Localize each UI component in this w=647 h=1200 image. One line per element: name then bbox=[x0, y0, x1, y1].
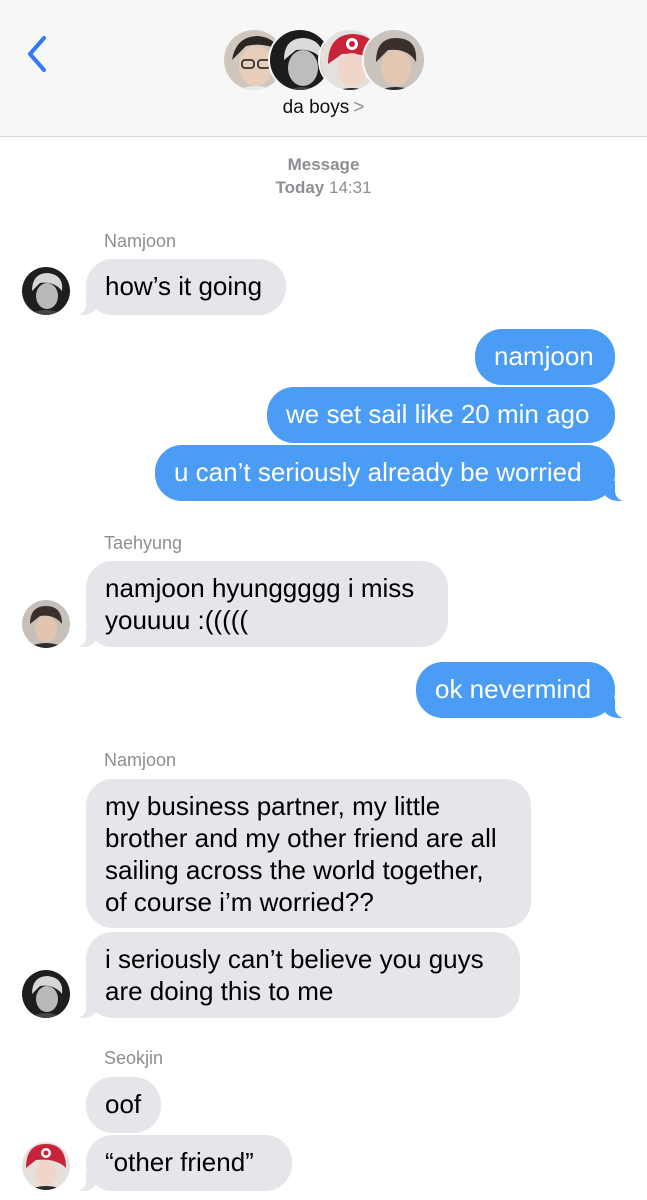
outgoing-message[interactable]: ok nevermind bbox=[416, 662, 625, 718]
message-text: namjoon bbox=[494, 341, 594, 371]
avatar bbox=[22, 970, 70, 1018]
incoming-message[interactable]: my business partner, my little brother a… bbox=[86, 779, 531, 928]
group-title[interactable]: da boys > bbox=[0, 97, 647, 119]
message-text: ok nevermind bbox=[435, 674, 592, 704]
outgoing-message[interactable]: u can’t seriously already be worried bbox=[155, 445, 625, 501]
chevron-left-icon[interactable] bbox=[24, 34, 52, 74]
incoming-message[interactable]: “other friend” bbox=[76, 1135, 292, 1191]
outgoing-message[interactable]: namjoon bbox=[475, 329, 615, 385]
sender-name: Taehyung bbox=[104, 533, 183, 553]
incoming-message[interactable]: namjoon hyunggggg i miss youuuu :((((( bbox=[76, 561, 448, 647]
avatar bbox=[22, 267, 70, 315]
timestamp-day: Today bbox=[275, 178, 325, 197]
conversation-timestamp: Today 14:31 bbox=[0, 178, 647, 198]
group-name-label: da boys bbox=[282, 97, 350, 118]
imessage-label: Message bbox=[0, 155, 647, 175]
sender-name: Namjoon bbox=[104, 750, 177, 770]
outgoing-message[interactable]: we set sail like 20 min ago bbox=[267, 387, 615, 443]
message-text: namjoon hyunggggg i miss youuuu :((((( bbox=[105, 573, 415, 635]
incoming-message[interactable]: i seriously can’t believe you guys are d… bbox=[76, 932, 520, 1018]
group-avatars[interactable] bbox=[222, 28, 426, 92]
avatar bbox=[22, 1142, 70, 1190]
timestamp-time: 14:31 bbox=[329, 178, 372, 197]
message-text: my business partner, my little brother a… bbox=[105, 791, 497, 917]
avatar bbox=[22, 600, 70, 648]
message-text: i seriously can’t believe you guys are d… bbox=[105, 944, 484, 1006]
sender-name: Namjoon bbox=[104, 231, 177, 251]
message-text: u can’t seriously already be worried bbox=[174, 457, 582, 487]
message-text: oof bbox=[105, 1089, 142, 1119]
conversation-header: da boys > bbox=[0, 0, 647, 137]
incoming-message[interactable]: how’s it going bbox=[76, 259, 286, 315]
message-text: “other friend” bbox=[105, 1147, 254, 1177]
sender-name: Seokjin bbox=[104, 1048, 164, 1068]
message-text: how’s it going bbox=[105, 271, 263, 301]
incoming-message[interactable]: oof bbox=[86, 1077, 161, 1133]
avatar bbox=[362, 28, 426, 92]
message-text: we set sail like 20 min ago bbox=[286, 399, 590, 429]
chevron-right-icon: > bbox=[353, 97, 365, 118]
service-label: Message bbox=[287, 155, 360, 174]
